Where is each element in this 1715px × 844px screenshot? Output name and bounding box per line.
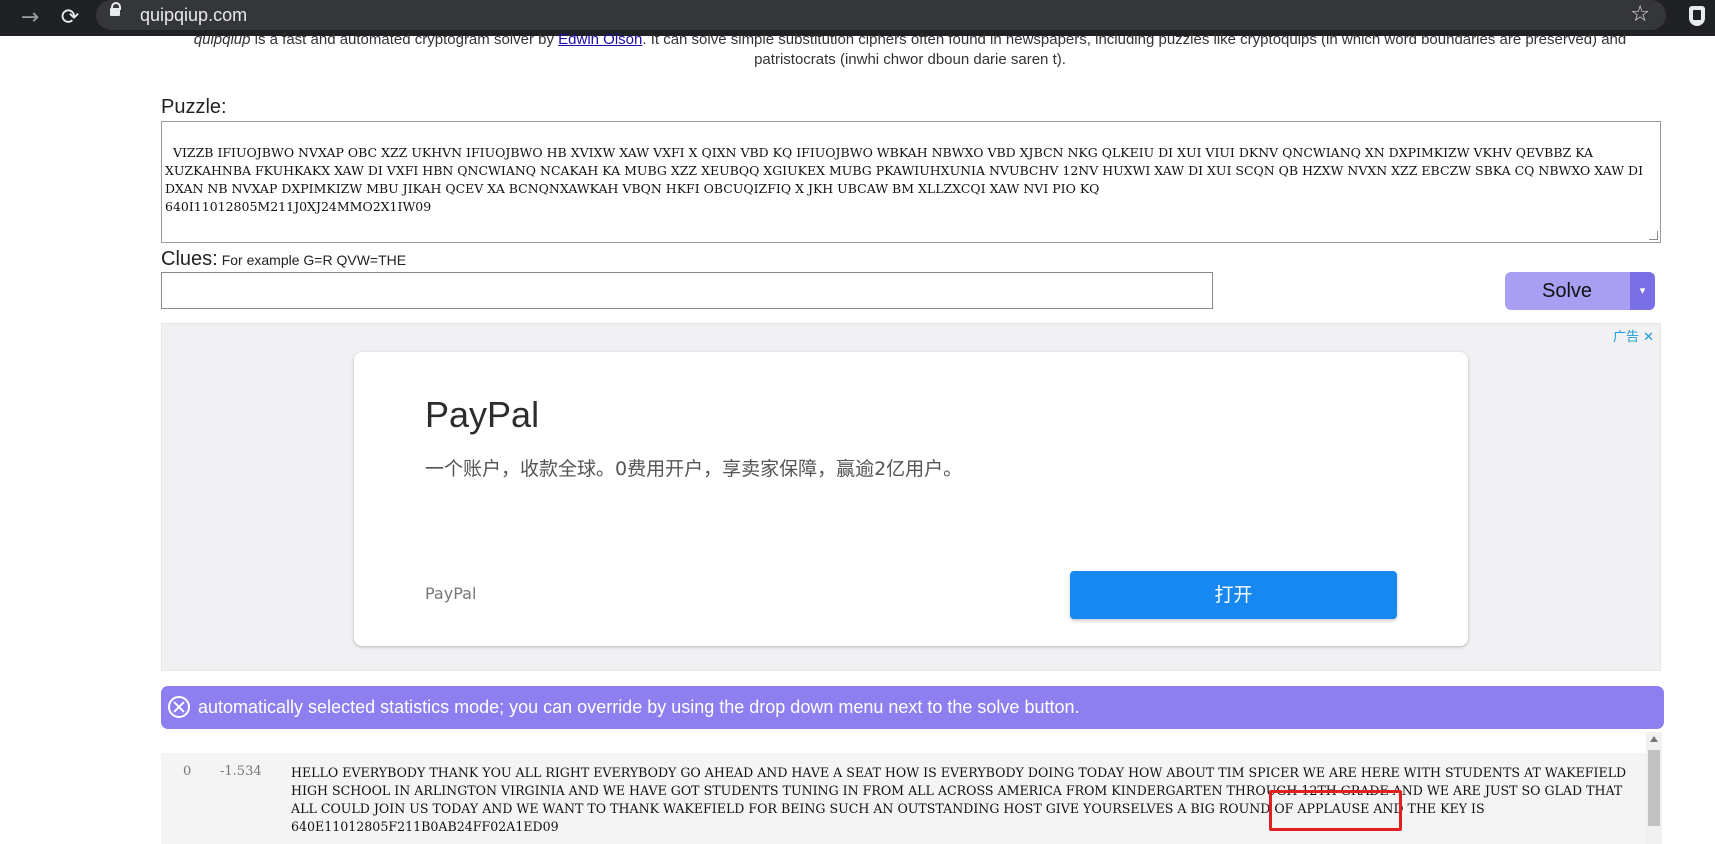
clues-label-row: Clues: For example G=R QVW=THE <box>161 248 406 271</box>
intro-text-b: . It can solve simple substitution ciphe… <box>642 31 1627 68</box>
reload-icon[interactable]: ⟳ <box>58 6 82 30</box>
ad-description: 一个账户，收款全球。0费用开户，享卖家保障，赢逾2亿用户。 <box>425 458 963 480</box>
clues-label: Clues: <box>161 248 218 270</box>
site-name: quipqiup <box>193 31 251 48</box>
lock-icon <box>110 2 121 16</box>
ad-card[interactable]: PayPal 一个账户，收款全球。0费用开户，享卖家保障，赢逾2亿用户。 Pay… <box>354 352 1468 646</box>
puzzle-textarea[interactable]: VIZZB IFIUOJBWO NVXAP OBC XZZ UKHVN IFIU… <box>161 121 1661 243</box>
solve-button[interactable]: Solve <box>1505 272 1629 310</box>
author-link[interactable]: Edwin Olson <box>558 31 642 48</box>
results-list: 0 -1.534 HELLO EVERYBODY THANK YOU ALL R… <box>161 753 1646 844</box>
solve-button-group[interactable]: Solve ▾ <box>1505 272 1655 310</box>
address-bar[interactable]: quipqiup.com ☆ <box>96 0 1666 30</box>
ad-close-badge[interactable]: 广告 ✕ <box>1613 326 1654 345</box>
puzzle-label: Puzzle: <box>161 96 227 118</box>
ad-brand: PayPal <box>425 584 477 603</box>
extension-shield-icon[interactable] <box>1689 6 1705 26</box>
resize-handle-icon[interactable] <box>1649 231 1658 240</box>
url-text[interactable]: quipqiup.com <box>140 5 247 26</box>
puzzle-text: VIZZB IFIUOJBWO NVXAP OBC XZZ UKHVN IFIU… <box>165 145 1644 214</box>
intro-text-a: is a fast and automated cryptogram solve… <box>250 31 559 48</box>
highlight-annotation-box <box>1269 790 1402 831</box>
site-description: quipqiup is a fast and automated cryptog… <box>160 30 1660 70</box>
solve-mode-dropdown-icon[interactable]: ▾ <box>1630 272 1655 310</box>
scroll-up-arrow-icon[interactable] <box>1650 736 1658 742</box>
result-score: -1.534 <box>220 764 262 779</box>
dismiss-circle-x-icon[interactable] <box>168 696 190 718</box>
clues-input[interactable] <box>161 272 1213 309</box>
forward-arrow-icon[interactable]: → <box>18 6 42 30</box>
ad-open-button[interactable]: 打开 <box>1070 571 1397 619</box>
bookmark-star-icon[interactable]: ☆ <box>1630 2 1650 27</box>
advertisement: 广告 ✕ PayPal 一个账户，收款全球。0费用开户，享卖家保障，赢逾2亿用户… <box>161 323 1661 671</box>
status-banner: automatically selected statistics mode; … <box>161 686 1664 729</box>
result-solution: HELLO EVERYBODY THANK YOU ALL RIGHT EVER… <box>291 765 1627 834</box>
scrollbar-thumb[interactable] <box>1648 750 1660 826</box>
result-index: 0 <box>183 764 192 779</box>
results-scrollbar[interactable] <box>1646 732 1662 844</box>
status-message: automatically selected statistics mode; … <box>198 697 1080 717</box>
clues-hint: For example G=R QVW=THE <box>221 252 407 268</box>
ad-title: PayPal <box>425 394 540 435</box>
